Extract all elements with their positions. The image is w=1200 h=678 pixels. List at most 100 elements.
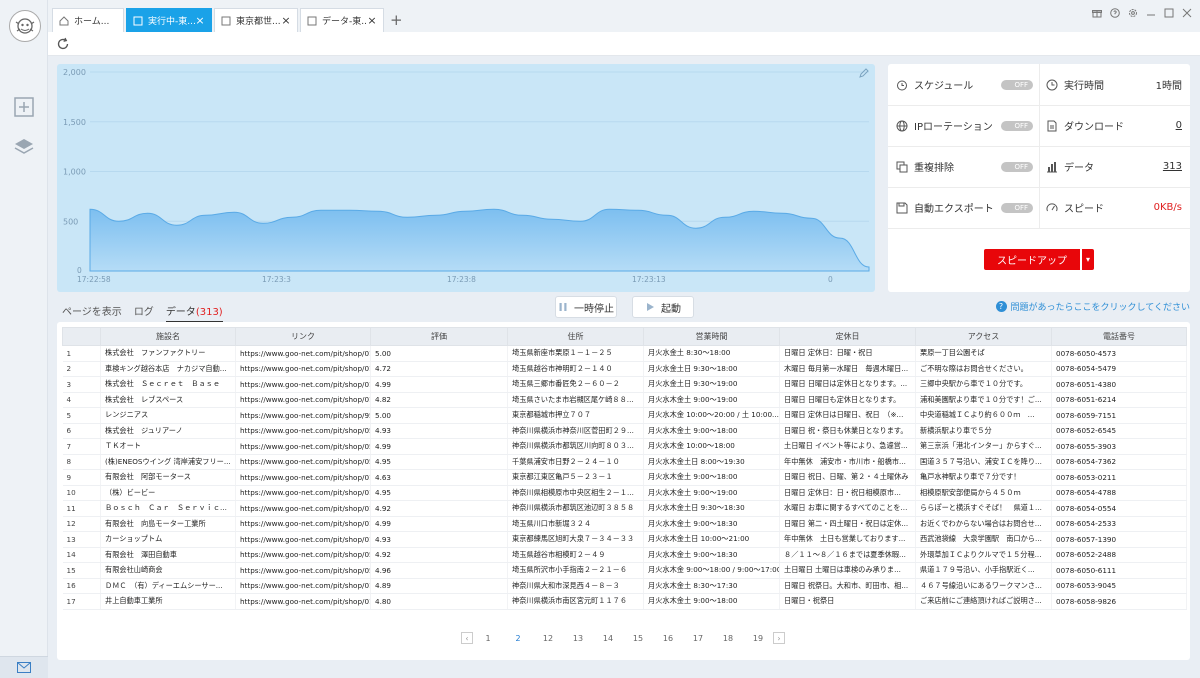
help-icon[interactable] — [1110, 8, 1120, 18]
window-controls — [1092, 8, 1192, 18]
table-cell: https://www.goo-net.com/pit/shop/01... — [235, 345, 371, 362]
table-cell: https://www.goo-net.com/pit/shop/05... — [235, 423, 371, 439]
tab-label: データ-東... — [322, 17, 367, 27]
table-row[interactable]: 10 （株）ビービー https://www.goo-net.com/pit/sho… — [62, 485, 1187, 501]
table-cell: https://www.goo-net.com/pit/shop/05... — [235, 438, 371, 455]
settings-icon[interactable] — [1128, 8, 1138, 18]
page-number[interactable]: 16 — [653, 634, 683, 643]
page-number[interactable]: 19 — [743, 634, 773, 643]
table-row[interactable]: 4 株式会社 レブスペース https://www.goo-net.com/pit/… — [62, 392, 1187, 408]
page-number[interactable]: 17 — [683, 634, 713, 643]
table-row[interactable]: 12 有限会社 向島モーター工業所 https://www.goo-net.com/… — [62, 516, 1187, 532]
edit-icon[interactable] — [859, 68, 869, 78]
table-row[interactable]: 17 井上自動車工業所 https://www.goo-net.com/pit/sh… — [62, 593, 1187, 610]
tab-page-view[interactable]: ページを表示 — [62, 303, 122, 323]
page-number[interactable]: 12 — [533, 634, 563, 643]
table-row[interactable]: 5 レンジニアス https://www.goo-net.com/pit/shop/… — [62, 407, 1187, 424]
page-number[interactable]: 14 — [593, 634, 623, 643]
table-cell: 年中無休 土日も営業しております... — [779, 531, 916, 548]
layers-icon[interactable] — [13, 136, 35, 158]
chevron-down-icon[interactable]: ▾ — [1082, 249, 1094, 270]
schedule-toggle[interactable]: OFF — [1001, 79, 1033, 90]
table-cell: レンジニアス — [100, 407, 236, 424]
next-page-icon[interactable]: › — [773, 632, 785, 644]
close-icon[interactable]: × — [281, 14, 291, 27]
column-header[interactable]: 営業時間 — [643, 327, 780, 346]
table-row[interactable]: 8 (株)ENEOSウイング 湾岸浦安フリー... https://www.goo-… — [62, 454, 1187, 470]
table-row[interactable]: 14 有限会社 澤田自動車 https://www.goo-net.com/pit/… — [62, 547, 1187, 563]
mail-icon[interactable] — [0, 656, 48, 678]
dedup-toggle[interactable]: OFF — [1001, 161, 1033, 172]
data-value[interactable]: 313 — [1163, 161, 1182, 172]
table-cell: 日曜日 定休日は日曜日、祝日 （※... — [779, 407, 916, 424]
speed-up-button[interactable]: スピードアップ — [984, 249, 1080, 270]
app-logo — [9, 10, 41, 42]
table-cell: 8 — [62, 454, 101, 470]
table-cell: 15 — [62, 562, 101, 579]
pause-button[interactable]: 一時停止 — [555, 296, 617, 318]
table-cell: 月火水木金土 8:30～17:30 — [643, 578, 780, 594]
table-row[interactable]: 6 株式会社 ジュリアーノ https://www.goo-net.com/pit/… — [62, 423, 1187, 439]
prev-page-icon[interactable]: ‹ — [461, 632, 473, 644]
minimize-icon[interactable] — [1146, 8, 1156, 18]
column-header[interactable]: 住所 — [507, 327, 644, 346]
table-row[interactable]: 7 ＴＫオート https://www.goo-net.com/pit/shop/0… — [62, 438, 1187, 455]
table-cell: お近くでわからない場合はお問合せ... — [915, 516, 1052, 532]
close-icon[interactable]: × — [367, 14, 377, 27]
table-cell: 0078-6055-3903 — [1051, 438, 1187, 455]
table-cell: 4.72 — [370, 361, 508, 377]
table-row[interactable]: 3 株式会社 Ｓｅｃｒｅｔ Ｂａｓｅ https://www.goo-net.com… — [62, 376, 1187, 393]
new-task-icon[interactable] — [13, 96, 35, 118]
gift-icon[interactable] — [1092, 8, 1102, 18]
table-cell: 4 — [62, 392, 101, 408]
page-number[interactable]: 1 — [473, 634, 503, 643]
page-number[interactable]: 18 — [713, 634, 743, 643]
close-window-icon[interactable] — [1182, 8, 1192, 18]
tab-running[interactable]: 実行中-東... × — [126, 8, 212, 32]
toolbar — [48, 32, 1200, 56]
table-row[interactable]: 9 有限会社 阿部モータース https://www.goo-net.com/pit… — [62, 469, 1187, 486]
table-row[interactable]: 16 ＤＭＣ （有）ディーエムシーサー... https://www.goo-net… — [62, 578, 1187, 594]
tab-tokyo[interactable]: 東京都世... × — [214, 8, 298, 32]
add-tab-button[interactable]: + — [390, 11, 403, 29]
column-header[interactable]: アクセス — [915, 327, 1052, 346]
table-row[interactable]: 15 有限会社山崎商会 https://www.goo-net.com/pit/sh… — [62, 562, 1187, 579]
table-row[interactable]: 2 車検キング越谷本店 ナカジマ自動... https://www.goo-net.… — [62, 361, 1187, 377]
table-cell: 16 — [62, 578, 101, 594]
column-header[interactable]: 施設名 — [100, 327, 236, 346]
table-row[interactable]: 13 カーショップトム https://www.goo-net.com/pit/sh… — [62, 531, 1187, 548]
tab-home[interactable]: ホーム... — [52, 8, 124, 32]
page-number[interactable]: 2 — [503, 634, 533, 643]
maximize-icon[interactable] — [1164, 8, 1174, 18]
ip-rotation-toggle[interactable]: OFF — [1001, 120, 1033, 131]
tab-log[interactable]: ログ — [134, 303, 154, 323]
tab-data[interactable]: データ-東... × — [300, 8, 384, 32]
table-cell: 月火水木金土 9:00～18:00 — [643, 469, 780, 486]
column-header[interactable]: 評価 — [370, 327, 508, 346]
table-cell: https://www.goo-net.com/pit/shop/01... — [235, 376, 371, 393]
column-header[interactable]: リンク — [235, 327, 371, 346]
chart-svg: 2,000 1,500 1,000 500 17:22:58 17:23:3 17:23:8… — [63, 68, 870, 284]
start-button[interactable]: 起動 — [632, 296, 694, 318]
data-count: (313) — [195, 307, 223, 318]
refresh-icon[interactable] — [56, 37, 70, 51]
y-tick-label: 500 — [63, 217, 78, 226]
column-header[interactable]: 定休日 — [779, 327, 916, 346]
download-value[interactable]: 0 — [1176, 120, 1182, 131]
table-cell: https://www.goo-net.com/pit/shop/01... — [235, 469, 371, 486]
close-icon[interactable]: × — [195, 14, 205, 27]
table-cell: 5.00 — [370, 407, 508, 424]
column-header[interactable] — [62, 327, 101, 346]
column-header[interactable]: 電話番号 — [1051, 327, 1187, 346]
auto-export-toggle[interactable]: OFF — [1001, 202, 1033, 213]
page-number[interactable]: 15 — [623, 634, 653, 643]
table-cell: 4.96 — [370, 562, 508, 579]
table-cell: 東京都江東区亀戸５－２３－１ — [507, 469, 644, 486]
tab-data-view[interactable]: データ(313) — [165, 303, 223, 323]
left-rail — [0, 0, 48, 678]
table-row[interactable]: 11 Ｂｏｓｃｈ Ｃａｒ Ｓｅｒｖｉｃ... https://www.goo-net… — [62, 500, 1187, 517]
table-row[interactable]: 1 株式会社 ファンファクトリー https://www.goo-net.com/p… — [62, 345, 1187, 362]
help-link[interactable]: ? 問題があったらここをクリックしてください — [995, 300, 1190, 313]
page-number[interactable]: 13 — [563, 634, 593, 643]
page-icon — [221, 16, 231, 25]
